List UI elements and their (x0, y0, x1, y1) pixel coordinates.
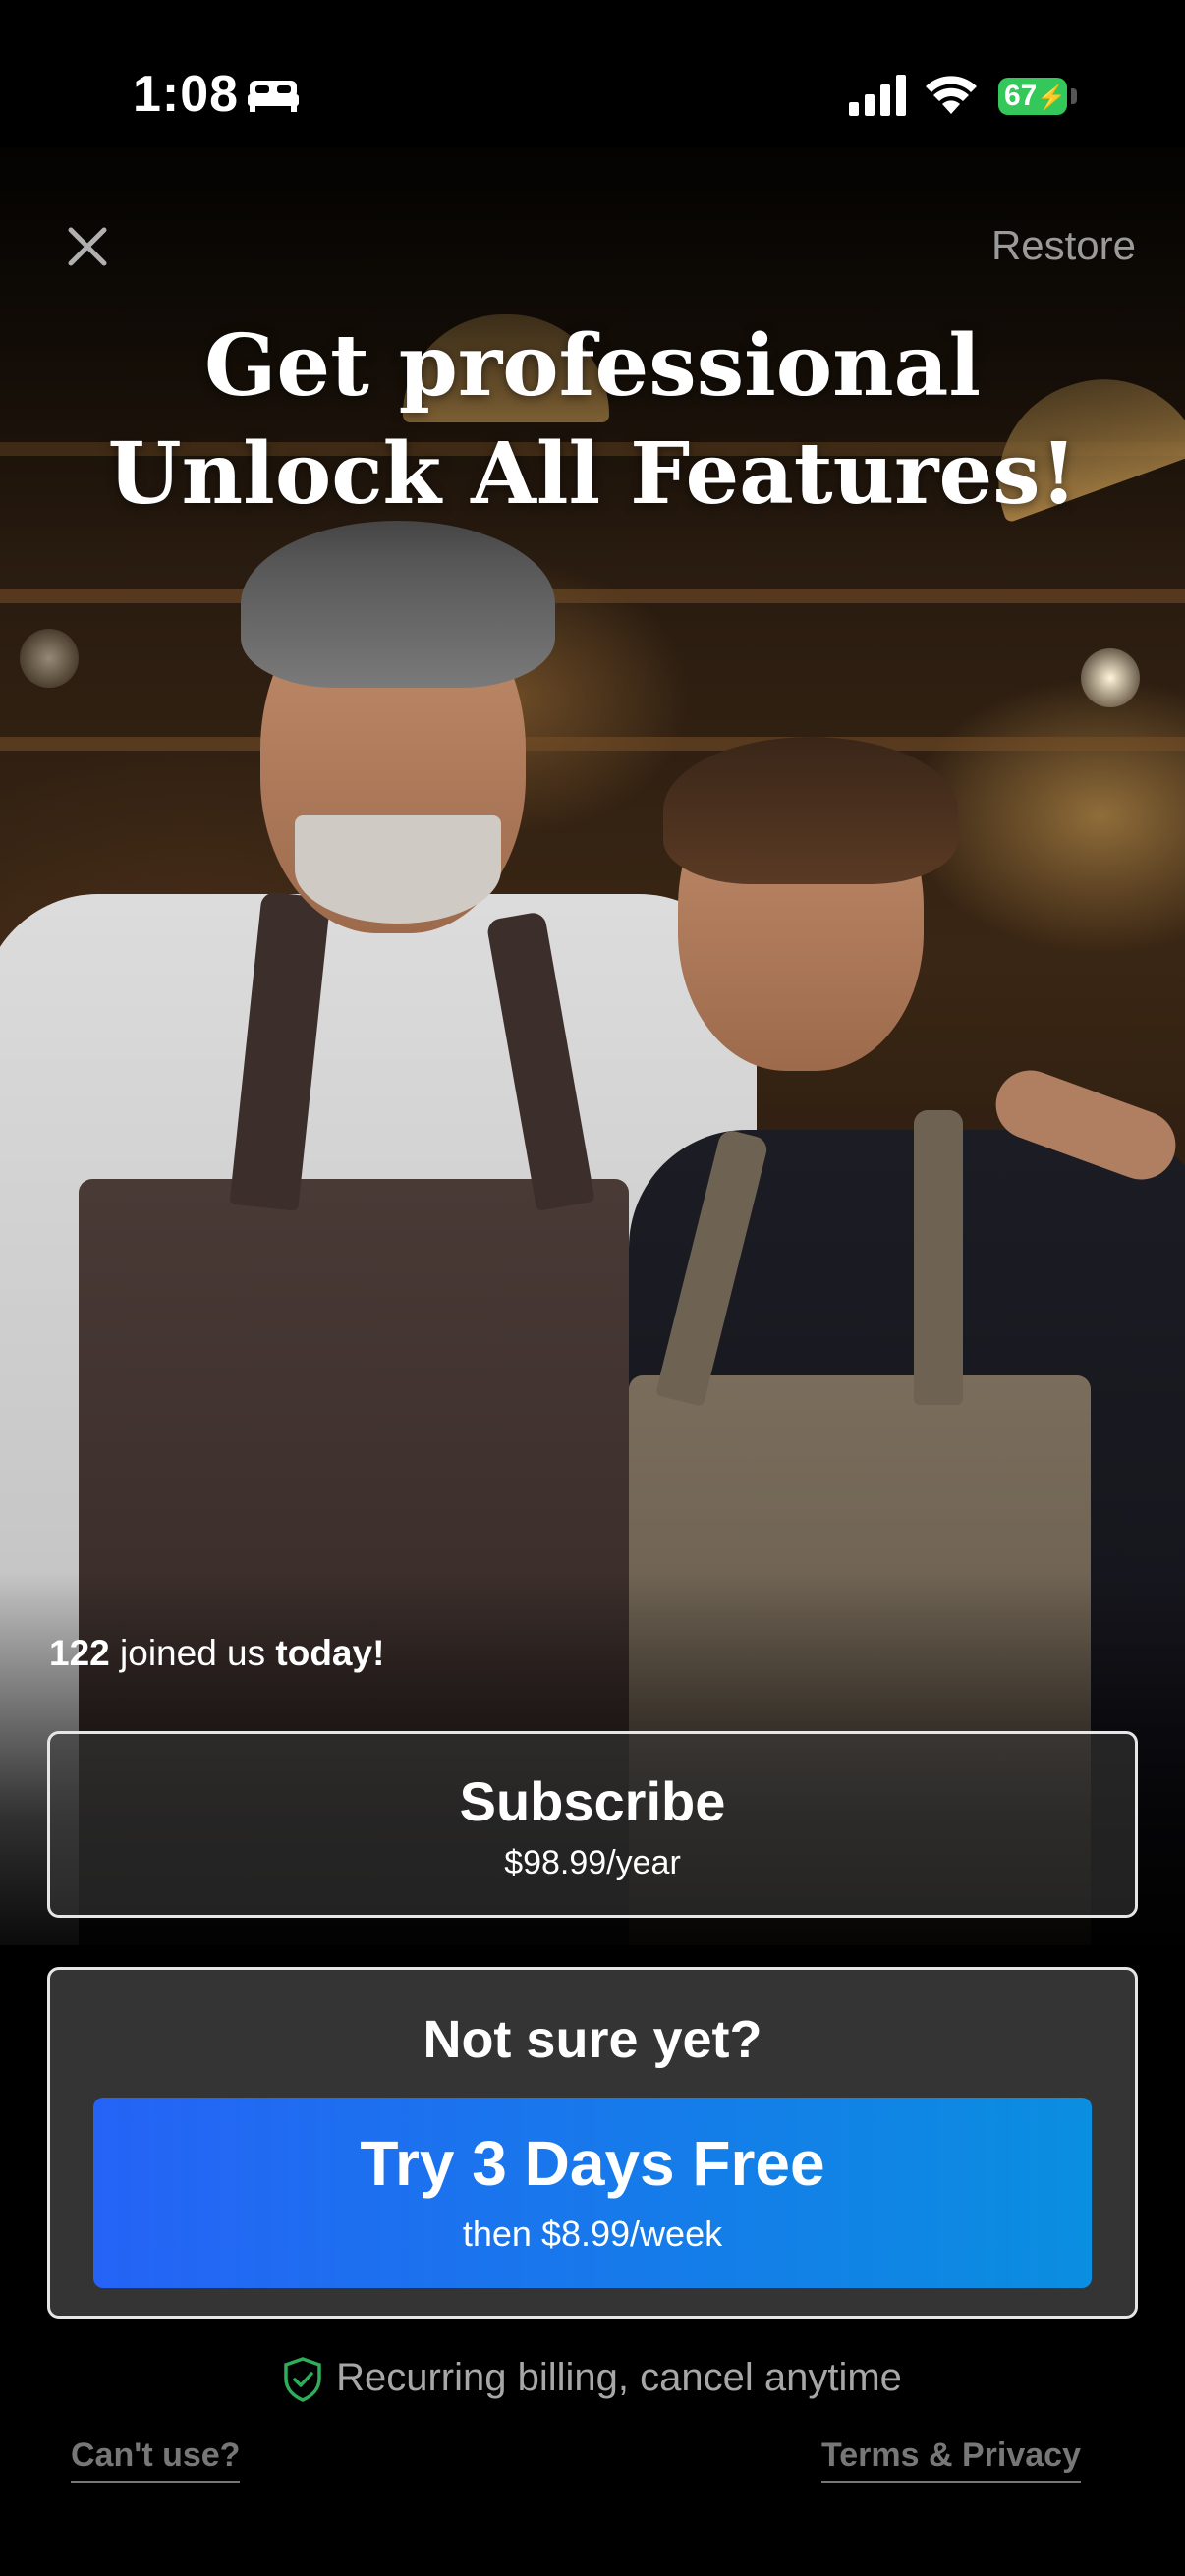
shield-check-icon (284, 2357, 321, 2403)
headline: Get professional Unlock All Features! (0, 312, 1185, 529)
status-bar: 1:08 67⚡ (0, 0, 1185, 147)
trial-heading: Not sure yet? (423, 2010, 762, 2069)
battery-level: 67 (1004, 80, 1038, 112)
charging-bolt-icon: ⚡ (1037, 84, 1067, 111)
subscribe-label: Subscribe (459, 1770, 726, 1832)
headline-line1: Get professional (203, 316, 982, 416)
close-icon[interactable] (59, 218, 116, 275)
billing-note-text: Recurring billing, cancel anytime (336, 2356, 902, 2399)
trial-button-subtext: then $8.99/week (462, 2213, 723, 2254)
status-time: 1:08 (133, 66, 240, 123)
subscribe-price: $98.99/year (504, 1844, 681, 1881)
wifi-icon (926, 76, 977, 114)
battery-indicator: 67⚡ (998, 78, 1067, 115)
sleep-focus-icon (248, 81, 299, 112)
paywall-screen: 1:08 67⚡ Restore Get professional Unlock… (0, 0, 1185, 2576)
headline-line2: Unlock All Features! (107, 424, 1078, 524)
trial-card: Not sure yet? Try 3 Days Free then $8.99… (47, 1967, 1138, 2319)
cellular-signal-icon (849, 75, 906, 116)
billing-note: Recurring billing, cancel anytime (0, 2356, 1185, 2403)
subscribe-yearly-button[interactable]: Subscribe $98.99/year (47, 1731, 1138, 1918)
joined-middle: joined us (120, 1633, 266, 1673)
terms-privacy-link[interactable]: Terms & Privacy (821, 2436, 1081, 2483)
restore-purchases-button[interactable]: Restore (991, 222, 1136, 269)
free-trial-button[interactable]: Try 3 Days Free then $8.99/week (93, 2098, 1092, 2288)
joined-count: 122 (49, 1633, 110, 1673)
social-proof: 122 joined us today! (49, 1633, 384, 1674)
trial-button-label: Try 3 Days Free (360, 2128, 825, 2199)
cant-use-link[interactable]: Can't use? (71, 2436, 241, 2483)
joined-end: today! (275, 1633, 385, 1673)
